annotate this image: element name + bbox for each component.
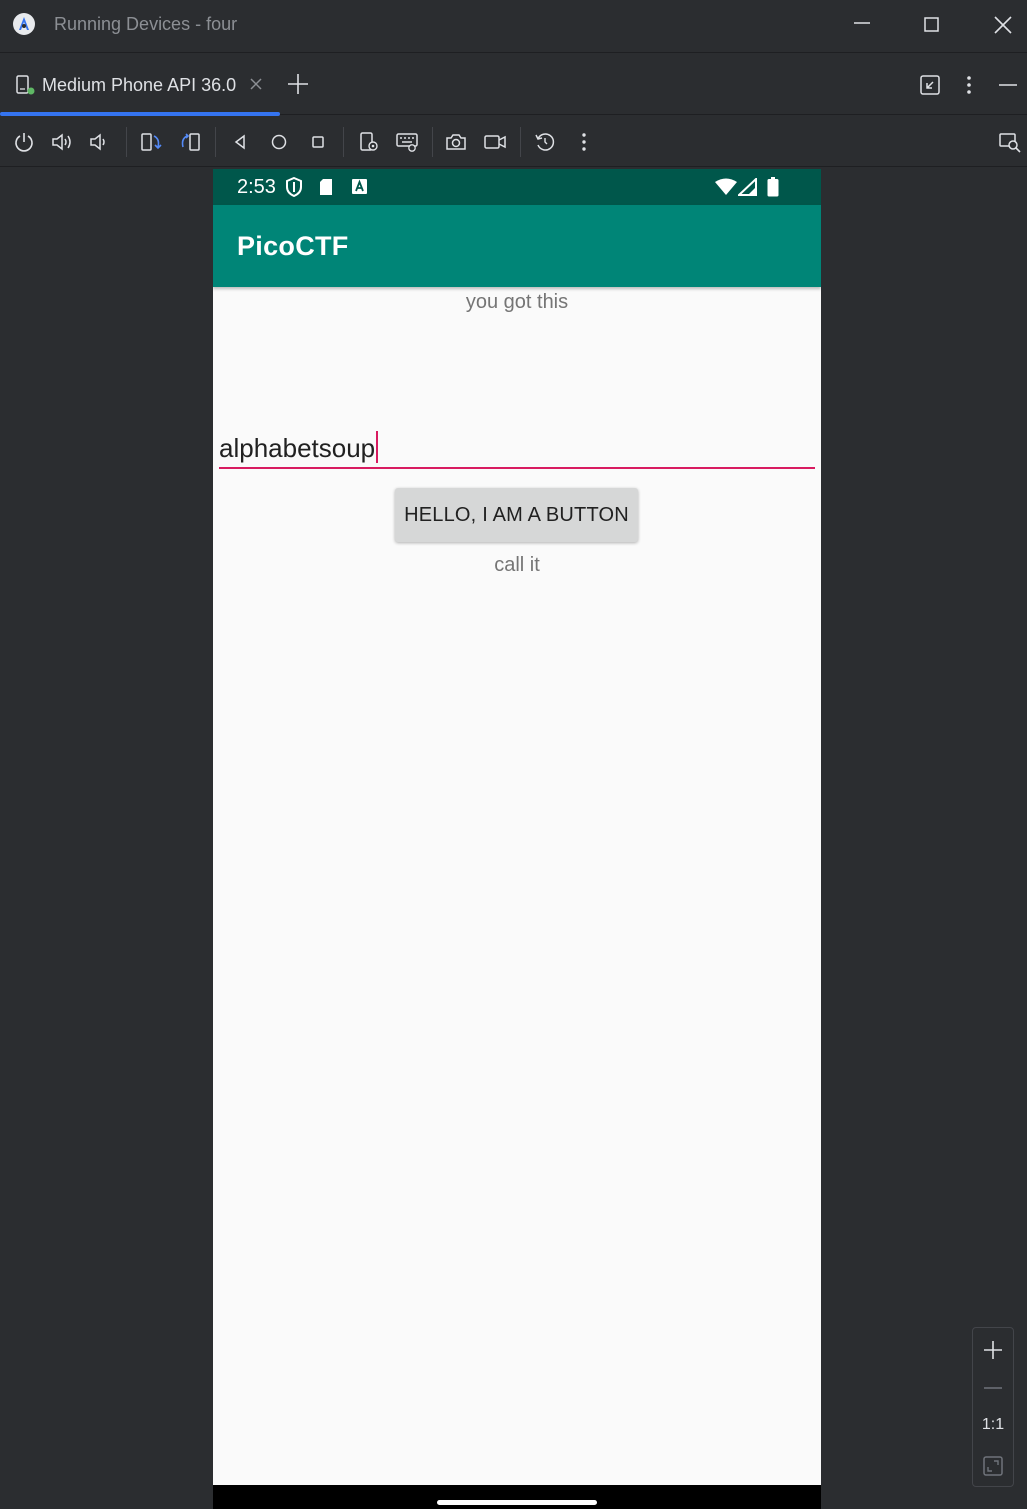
sd-card-icon (319, 178, 333, 201)
overview-icon[interactable] (306, 130, 330, 154)
device-mirror-icon[interactable] (998, 130, 1022, 154)
device-settings-icon[interactable] (357, 130, 381, 154)
tab-medium-phone[interactable]: Medium Phone API 36.0 (0, 54, 280, 116)
zoom-panel: 1:1 (972, 1327, 1014, 1487)
back-icon[interactable] (228, 130, 252, 154)
device-toolbar (0, 116, 1027, 167)
volume-down-icon[interactable] (88, 130, 112, 154)
zoom-out-icon[interactable] (973, 1370, 1013, 1406)
a-icon (352, 179, 367, 199)
device-icon (14, 74, 36, 101)
minimize-panel-icon[interactable] (997, 74, 1019, 101)
rotate-right-icon[interactable] (178, 130, 202, 154)
minimize-icon[interactable] (846, 10, 878, 40)
toolbar-separator (343, 127, 344, 157)
device-tab-row: Medium Phone API 36.0 (0, 54, 1027, 116)
power-icon[interactable] (12, 130, 36, 154)
top-hint-text: you got this (465, 291, 569, 313)
more-vert-icon[interactable] (572, 130, 596, 154)
toolbar-separator (215, 127, 216, 157)
keyboard-icon[interactable] (395, 130, 419, 154)
text-cursor (376, 431, 379, 463)
snapshot-icon[interactable] (533, 130, 557, 154)
volume-up-icon[interactable] (50, 130, 74, 154)
status-time: 2:53 (237, 176, 276, 198)
window-titlebar: Running Devices - four (0, 0, 1027, 53)
toolbar-separator (126, 127, 127, 157)
input-value: alphabetsoup (219, 431, 379, 464)
restore-icon[interactable] (919, 74, 941, 101)
android-status-bar: 2:53 (213, 169, 821, 205)
shield-icon (285, 176, 303, 202)
close-icon[interactable] (987, 10, 1019, 40)
device-screen[interactable]: 2:53 PicoCTF you got this alphabetsoup H… (213, 169, 821, 1509)
rotate-left-icon[interactable] (139, 130, 163, 154)
app-toolbar: PicoCTF (213, 205, 821, 287)
text-input-field[interactable]: alphabetsoup (219, 427, 815, 469)
more-vert-icon[interactable] (958, 74, 980, 101)
signal-icon (736, 176, 757, 201)
android-studio-logo-icon (13, 13, 35, 35)
zoom-reset-button[interactable]: 1:1 (973, 1416, 1013, 1434)
tab-label: Medium Phone API 36.0 (42, 75, 237, 95)
gesture-handle[interactable] (437, 1500, 597, 1505)
battery-icon (767, 177, 779, 202)
hello-button[interactable]: HELLO, I AM A BUTTON (395, 488, 638, 542)
window-title: Running Devices - four (54, 14, 238, 34)
android-nav-bar (213, 1485, 821, 1509)
wifi-icon (715, 178, 737, 201)
fit-screen-icon[interactable] (973, 1448, 1013, 1484)
home-icon[interactable] (267, 130, 291, 154)
zoom-in-icon[interactable] (973, 1332, 1013, 1368)
toolbar-separator (520, 127, 521, 157)
tab-close-icon[interactable] (249, 77, 263, 96)
app-title: PicoCTF (237, 231, 349, 261)
bottom-hint-text: call it (494, 554, 540, 576)
add-device-icon[interactable] (287, 73, 309, 100)
screen-record-icon[interactable] (483, 130, 507, 154)
maximize-icon[interactable] (916, 10, 948, 40)
screenshot-icon[interactable] (444, 130, 468, 154)
toolbar-separator (432, 127, 433, 157)
